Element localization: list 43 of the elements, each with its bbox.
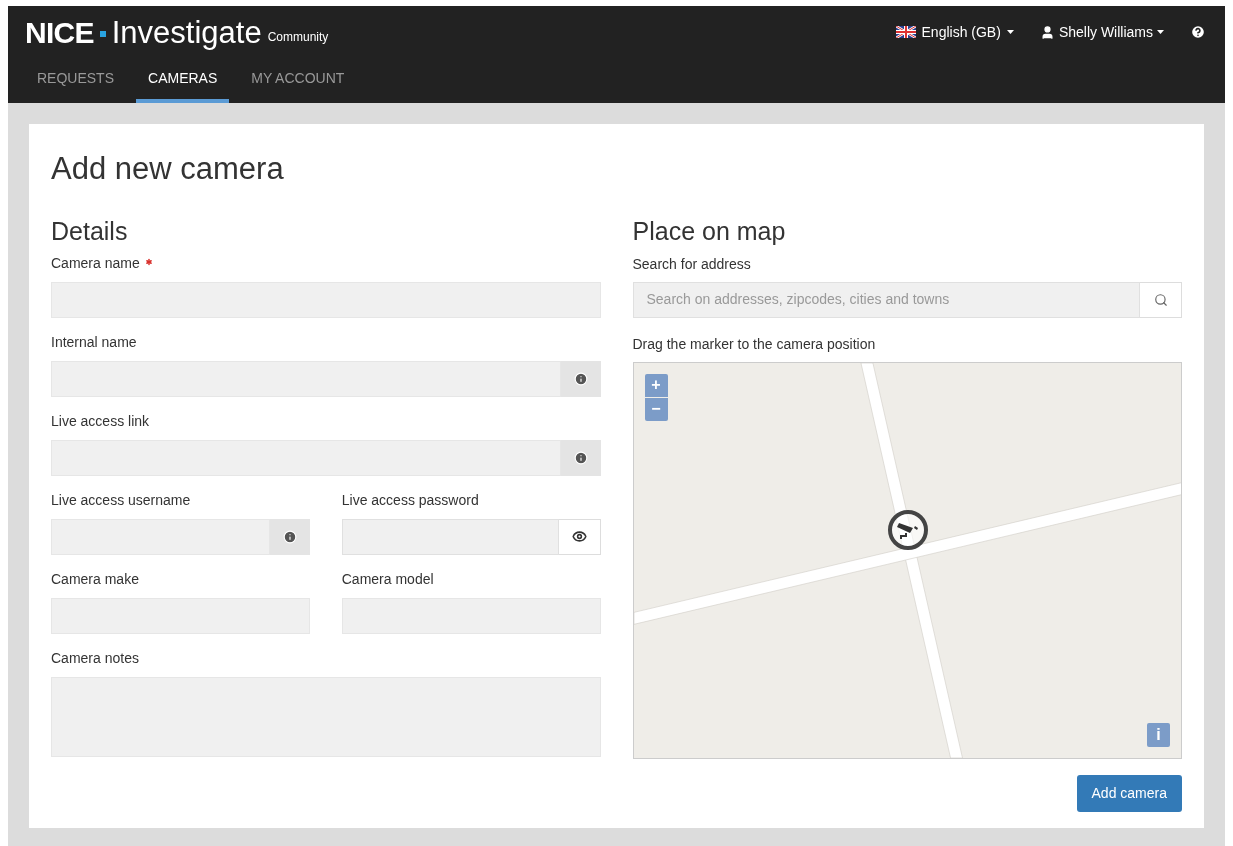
- map-hint: Drag the marker to the camera position: [632, 334, 877, 354]
- section-heading: Details: [51, 215, 129, 246]
- required-icon: [143, 256, 154, 267]
- nav-tab[interactable]: MY ACCOUNT: [239, 68, 357, 103]
- add-camera-button[interactable]: Add camera: [1076, 774, 1182, 812]
- flag-icon: [895, 26, 916, 38]
- info-icon[interactable]: [282, 529, 297, 544]
- input-field[interactable]: [51, 439, 561, 476]
- language-dropdown[interactable]: English (GB): [895, 21, 1014, 43]
- user-menu[interactable]: Shelly Williams: [1039, 21, 1164, 43]
- logo: NICE Investigate Community: [25, 16, 329, 48]
- page-title: Add new camera: [51, 150, 285, 188]
- eye-icon: [571, 529, 587, 544]
- info-icon[interactable]: [573, 371, 588, 386]
- caret-icon: [1157, 30, 1164, 34]
- field-label: Camera make: [51, 570, 139, 589]
- field-label: Internal name: [51, 333, 137, 352]
- input-field[interactable]: [341, 597, 601, 634]
- input-field[interactable]: [51, 597, 310, 634]
- camera-marker-icon[interactable]: [886, 508, 929, 551]
- section-heading: Place on map: [632, 215, 787, 246]
- nav-tab[interactable]: REQUESTS: [25, 68, 126, 103]
- field-label: Camera notes: [51, 649, 139, 668]
- caret-icon: [1006, 30, 1014, 34]
- info-icon[interactable]: [573, 450, 588, 465]
- search-field[interactable]: Search on addresses, zipcodes, cities and towns: [632, 281, 1140, 318]
- text-area[interactable]: [51, 676, 601, 757]
- input-field[interactable]: [51, 281, 601, 318]
- field-label: Live access password: [341, 491, 479, 510]
- input-field[interactable]: [51, 518, 270, 555]
- input-field[interactable]: [51, 360, 561, 397]
- password-field[interactable]: [341, 518, 559, 555]
- field-label: Camera name: [51, 254, 140, 273]
- nav-tab[interactable]: CAMERAS: [136, 68, 230, 103]
- user-icon: [1039, 24, 1055, 40]
- show-password-button[interactable]: [558, 518, 601, 555]
- field-label: Camera model: [341, 570, 434, 589]
- field-label: Search for address: [632, 254, 752, 274]
- search-icon: [1153, 292, 1168, 307]
- help-icon[interactable]: [1190, 24, 1206, 40]
- field-label: Live access link: [51, 412, 150, 431]
- field-label: Live access username: [51, 491, 191, 510]
- search-button[interactable]: [1140, 281, 1182, 318]
